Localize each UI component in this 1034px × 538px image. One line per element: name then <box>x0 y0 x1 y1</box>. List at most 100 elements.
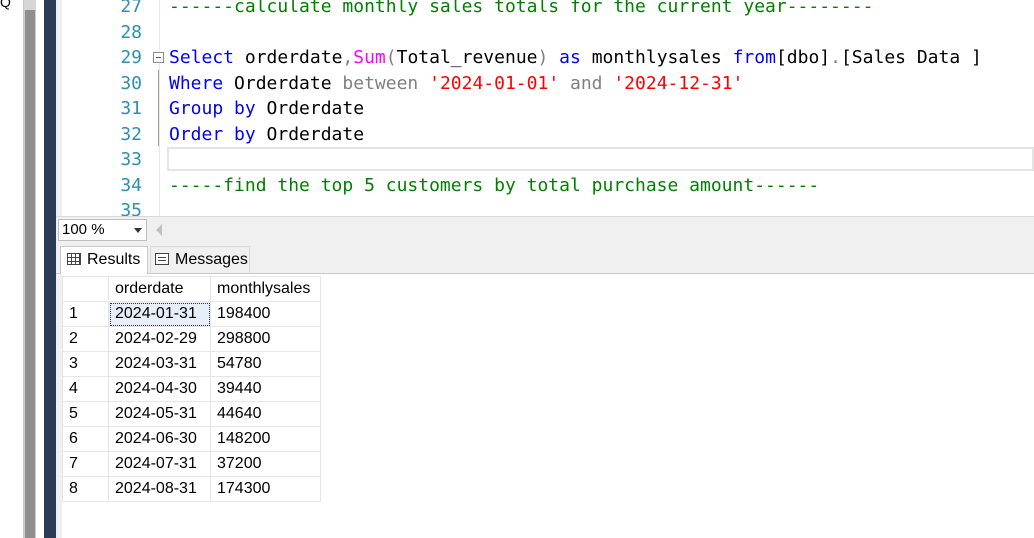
grid-corner-cell[interactable] <box>62 276 109 302</box>
results-tab-bar: Results Messages <box>56 242 1034 274</box>
code-text[interactable]: ------calculate monthly sales totals for… <box>169 0 873 20</box>
code-token: ) <box>537 47 549 68</box>
table-row[interactable]: 4 2024-04-30 39440 <box>62 376 321 402</box>
table-row[interactable]: 7 2024-07-31 37200 <box>62 451 321 477</box>
line-number: 27 <box>120 0 142 17</box>
window-border <box>44 0 56 538</box>
code-token: ( <box>385 47 397 68</box>
tab-messages-label: Messages <box>175 251 248 268</box>
monthlysales-cell[interactable]: 148200 <box>210 426 321 452</box>
code-token: Order by <box>169 123 256 145</box>
code-token: Orderdate <box>255 98 365 119</box>
monthlysales-cell[interactable]: 174300 <box>210 476 321 502</box>
code-token: , <box>342 47 354 68</box>
column-header-monthlysales[interactable]: monthlysales <box>210 276 321 302</box>
code-token: . <box>830 47 841 68</box>
monthlysales-cell[interactable]: 44640 <box>210 401 321 427</box>
zoom-value: 100 % <box>62 221 105 238</box>
code-text[interactable]: Select orderdate,Sum(Total_revenue) as m… <box>169 45 982 71</box>
code-token: Total_revenue <box>396 47 538 68</box>
row-number-cell[interactable]: 6 <box>62 426 109 452</box>
zoom-bar: 100 % <box>56 216 1034 242</box>
line-number: 33 <box>120 149 142 170</box>
tab-messages[interactable]: Messages <box>150 246 250 274</box>
code-token: ------calculate monthly sales totals for… <box>169 0 874 17</box>
code-token: as <box>548 47 581 68</box>
results-grid[interactable]: orderdate monthlysales 1 2024-01-31 198400… <box>62 276 321 502</box>
vertical-scrollbar-thumb[interactable] <box>25 10 35 538</box>
code-line[interactable]: 34 -----find the top 5 customers by total… <box>62 173 1034 199</box>
row-number-cell[interactable]: 1 <box>62 301 109 327</box>
row-number-cell[interactable]: 7 <box>62 451 109 477</box>
code-token: monthlysales <box>580 47 733 68</box>
table-row[interactable]: 2 2024-02-29 298800 <box>62 326 321 352</box>
code-token: [dbo] <box>775 47 831 68</box>
code-token: -----find the top 5 customers by total p… <box>169 174 820 196</box>
table-row[interactable]: 5 2024-05-31 44640 <box>62 401 321 427</box>
table-row[interactable]: 3 2024-03-31 54780 <box>62 351 321 377</box>
code-token: and <box>559 72 614 94</box>
row-number-cell[interactable]: 2 <box>62 326 109 352</box>
orderdate-cell[interactable]: 2024-04-30 <box>108 376 211 402</box>
orderdate-cell[interactable]: 2024-02-29 <box>108 326 211 352</box>
code-text[interactable]: Group by Orderdate <box>169 96 364 122</box>
scroll-left-arrow-icon[interactable] <box>156 224 162 236</box>
zoom-dropdown[interactable]: 100 % <box>58 219 147 241</box>
code-token: Where <box>169 72 224 94</box>
code-token: Orderdate <box>255 123 365 145</box>
row-number-cell[interactable]: 5 <box>62 401 109 427</box>
chevron-down-icon[interactable] <box>134 228 142 233</box>
line-number: 28 <box>120 21 142 43</box>
code-line[interactable]: 27 ------calculate monthly sales totals f… <box>62 0 1034 20</box>
query-editor[interactable]: 27 ------calculate monthly sales totals f… <box>62 0 1034 216</box>
messages-icon <box>155 253 169 265</box>
row-number-cell[interactable]: 8 <box>62 476 109 502</box>
monthlysales-cell[interactable]: 37200 <box>210 451 321 477</box>
code-text[interactable]: -----find the top 5 customers by total p… <box>169 173 819 199</box>
monthlysales-cell[interactable]: 298800 <box>210 326 321 352</box>
line-number: 35 <box>120 200 142 216</box>
grid-header-row: orderdate monthlysales <box>62 276 321 302</box>
code-text[interactable]: Order by Orderdate <box>169 122 364 148</box>
code-token: orderdate <box>234 47 343 68</box>
code-line[interactable]: 30 Where Orderdate between '2024-01-01' a… <box>62 71 1034 97</box>
tab-results-label: Results <box>87 251 141 268</box>
orderdate-cell[interactable]: 2024-06-30 <box>108 426 211 452</box>
line-number: 30 <box>120 72 142 94</box>
code-token: '2024-12-31' <box>613 72 744 94</box>
code-line[interactable]: 32 Order by Orderdate <box>62 122 1034 148</box>
orderdate-cell[interactable]: 2024-07-31 <box>108 451 211 477</box>
monthlysales-cell[interactable]: 39440 <box>210 376 321 402</box>
code-token: Select <box>169 47 235 68</box>
table-row[interactable]: 6 2024-06-30 148200 <box>62 426 321 452</box>
table-row[interactable]: 8 2024-08-31 174300 <box>62 476 321 502</box>
code-token: between <box>342 72 419 94</box>
column-header-orderdate[interactable]: orderdate <box>108 276 211 302</box>
code-text[interactable]: Where Orderdate between '2024-01-01' and… <box>169 71 743 97</box>
object-explorer-text: Q <box>0 0 11 10</box>
monthlysales-cell[interactable]: 198400 <box>210 301 321 327</box>
line-number: 29 <box>120 47 142 68</box>
orderdate-cell[interactable]: 2024-03-31 <box>108 351 211 377</box>
code-line[interactable]: 31 Group by Orderdate <box>62 96 1034 122</box>
grid-body: 1 2024-01-31 198400 2 2024-02-29 298800 3 2024-… <box>62 301 321 502</box>
orderdate-cell[interactable]: 2024-05-31 <box>108 401 211 427</box>
code-line[interactable]: 33 <box>62 147 1034 173</box>
code-line[interactable]: 29 Select orderdate,Sum(Total_revenue) as… <box>62 45 1034 71</box>
tab-results[interactable]: Results <box>60 246 148 274</box>
grid-icon <box>67 253 81 265</box>
row-number-cell[interactable]: 4 <box>62 376 109 402</box>
line-number: 31 <box>120 98 142 119</box>
row-number-cell[interactable]: 3 <box>62 351 109 377</box>
code-line[interactable]: 28 <box>62 20 1034 46</box>
line-number: 32 <box>120 123 142 145</box>
code-token: Orderdate <box>223 72 343 94</box>
collapse-icon[interactable] <box>153 52 164 63</box>
code-token: Group by <box>169 98 256 119</box>
monthlysales-cell[interactable]: 54780 <box>210 351 321 377</box>
orderdate-cell[interactable]: 2024-08-31 <box>108 476 211 502</box>
table-row[interactable]: 1 2024-01-31 198400 <box>62 301 321 327</box>
code-line[interactable]: 35 <box>62 198 1034 216</box>
orderdate-cell[interactable]: 2024-01-31 <box>108 301 211 327</box>
